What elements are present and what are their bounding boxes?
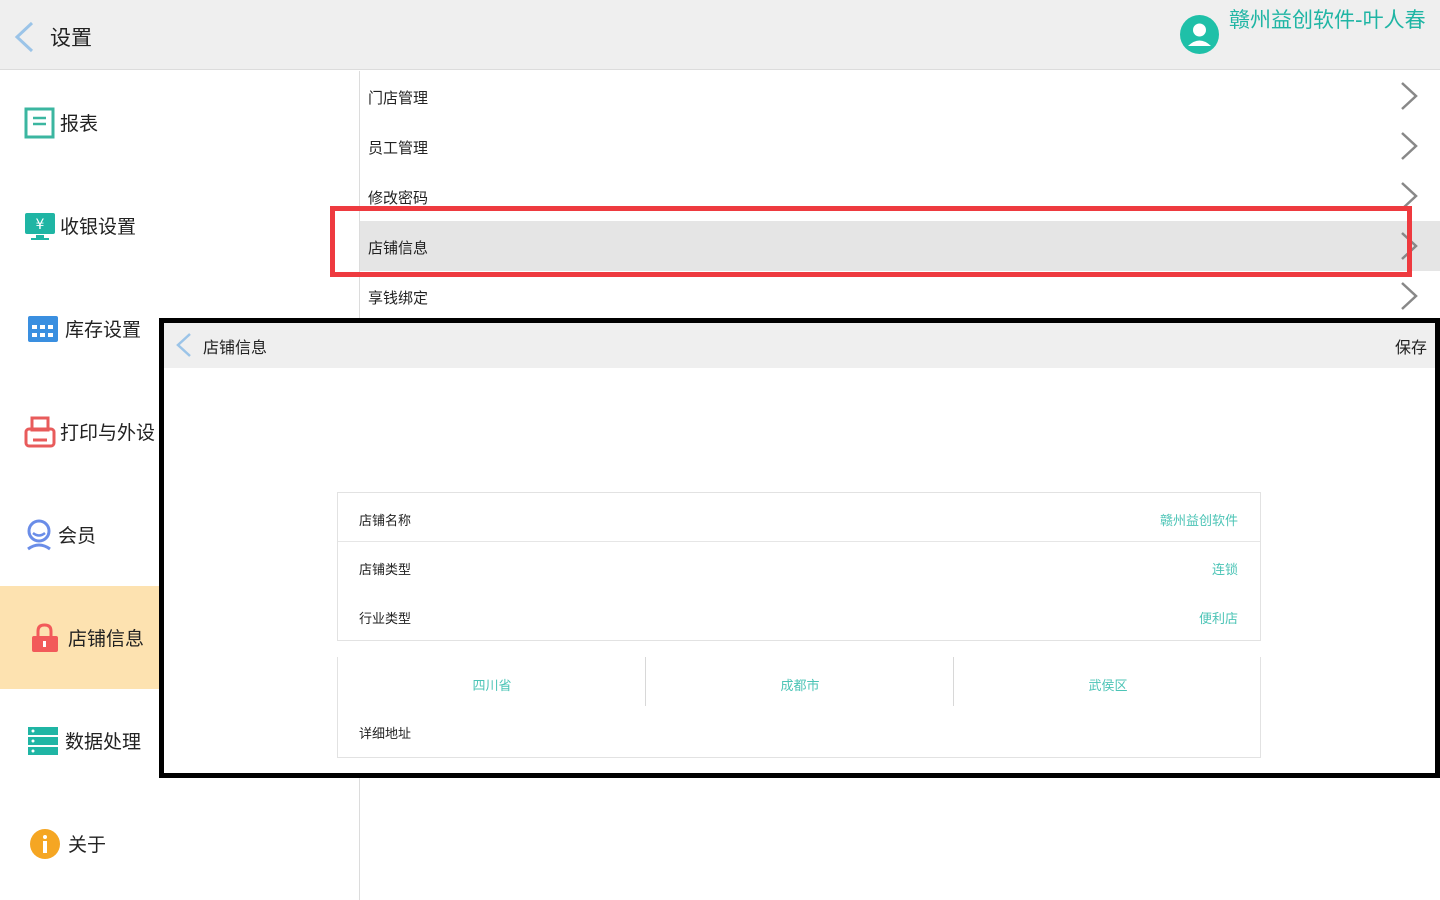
user-name[interactable]: 赣州益创软件-叶人春 <box>1229 6 1429 35</box>
sidebar-item-label: 数据处理 <box>65 731 142 753</box>
sidebar-item-about[interactable]: 关于 <box>0 792 159 895</box>
back-arrow-icon[interactable] <box>12 20 40 54</box>
list-item-staff-management[interactable]: 员工管理 <box>360 121 1440 171</box>
panel-header: 店铺信息 保存 <box>164 323 1435 368</box>
printer-icon <box>24 416 56 448</box>
chevron-right-icon <box>1401 132 1418 160</box>
district-select[interactable]: 武侯区 <box>954 657 1262 706</box>
store-address-group: 四川省 成都市 武侯区 详细地址 <box>337 657 1261 758</box>
list-item-label: 员工管理 <box>368 139 429 157</box>
sidebar-item-cashier-settings[interactable]: ¥ 收银设置 <box>0 174 159 277</box>
server-icon <box>28 727 58 755</box>
sidebar-item-label: 店铺信息 <box>68 628 145 650</box>
list-item-store-management[interactable]: 门店管理 <box>360 71 1440 121</box>
store-basic-info-group: 店铺名称 赣州益创软件 店铺类型 连锁 行业类型 便利店 <box>337 492 1261 641</box>
store-info-panel: 店铺信息 保存 店铺名称 赣州益创软件 店铺类型 连锁 行业类型 便利店 四川省… <box>159 318 1440 778</box>
user-avatar-icon[interactable] <box>1180 15 1219 54</box>
sidebar-item-member[interactable]: 会员 <box>0 483 159 586</box>
sidebar-item-label: 收银设置 <box>60 216 137 238</box>
top-bar: 设置 赣州益创软件-叶人春 <box>0 0 1440 70</box>
sidebar-item-label: 报表 <box>60 113 99 135</box>
detail-address-row[interactable]: 详细地址 <box>338 706 1260 755</box>
store-type-value[interactable]: 连锁 <box>1212 559 1238 578</box>
store-name-value[interactable]: 赣州益创软件 <box>1160 510 1238 529</box>
province-select[interactable]: 四川省 <box>338 657 646 706</box>
sidebar-item-data-processing[interactable]: 数据处理 <box>0 689 159 792</box>
sidebar-item-printing[interactable]: 打印与外设 <box>0 380 159 483</box>
list-item-xiangqian-binding[interactable]: 享钱绑定 <box>360 271 1440 321</box>
chevron-right-icon <box>1401 82 1418 110</box>
chevron-right-icon <box>1401 282 1418 310</box>
store-type-label: 店铺类型 <box>359 563 412 578</box>
highlight-annotation-box <box>330 206 1412 277</box>
svg-text:¥: ¥ <box>36 217 45 233</box>
list-item-label: 门店管理 <box>368 89 429 107</box>
list-item-label: 修改密码 <box>368 189 429 207</box>
store-type-row[interactable]: 店铺类型 连锁 <box>338 542 1260 591</box>
sidebar-item-store-info[interactable]: 店铺信息 <box>0 586 159 689</box>
city-select[interactable]: 成都市 <box>646 657 954 706</box>
sidebar-item-label: 库存设置 <box>65 319 142 341</box>
list-item-label: 享钱绑定 <box>368 289 429 307</box>
inventory-grid-icon <box>28 316 58 342</box>
industry-type-value[interactable]: 便利店 <box>1199 608 1238 627</box>
store-name-row[interactable]: 店铺名称 赣州益创软件 <box>338 493 1260 542</box>
page-title: 设置 <box>50 26 92 50</box>
sidebar-item-label: 打印与外设 <box>60 422 156 444</box>
save-button[interactable]: 保存 <box>1395 334 1427 358</box>
industry-type-row[interactable]: 行业类型 便利店 <box>338 591 1260 640</box>
info-icon <box>30 829 60 859</box>
store-name-label: 店铺名称 <box>359 514 412 529</box>
report-icon <box>24 107 55 139</box>
sidebar-item-label: 会员 <box>58 525 97 547</box>
member-icon <box>27 519 51 551</box>
lock-icon <box>32 623 58 652</box>
sidebar-item-inventory-settings[interactable]: 库存设置 <box>0 277 159 380</box>
detail-address-label: 详细地址 <box>359 727 412 742</box>
industry-type-label: 行业类型 <box>359 612 412 627</box>
back-arrow-icon[interactable] <box>174 331 196 359</box>
sidebar-item-report[interactable]: 报表 <box>0 71 159 174</box>
sidebar-item-label: 关于 <box>68 834 107 856</box>
panel-title: 店铺信息 <box>203 338 268 357</box>
cashier-monitor-icon: ¥ <box>25 213 55 240</box>
